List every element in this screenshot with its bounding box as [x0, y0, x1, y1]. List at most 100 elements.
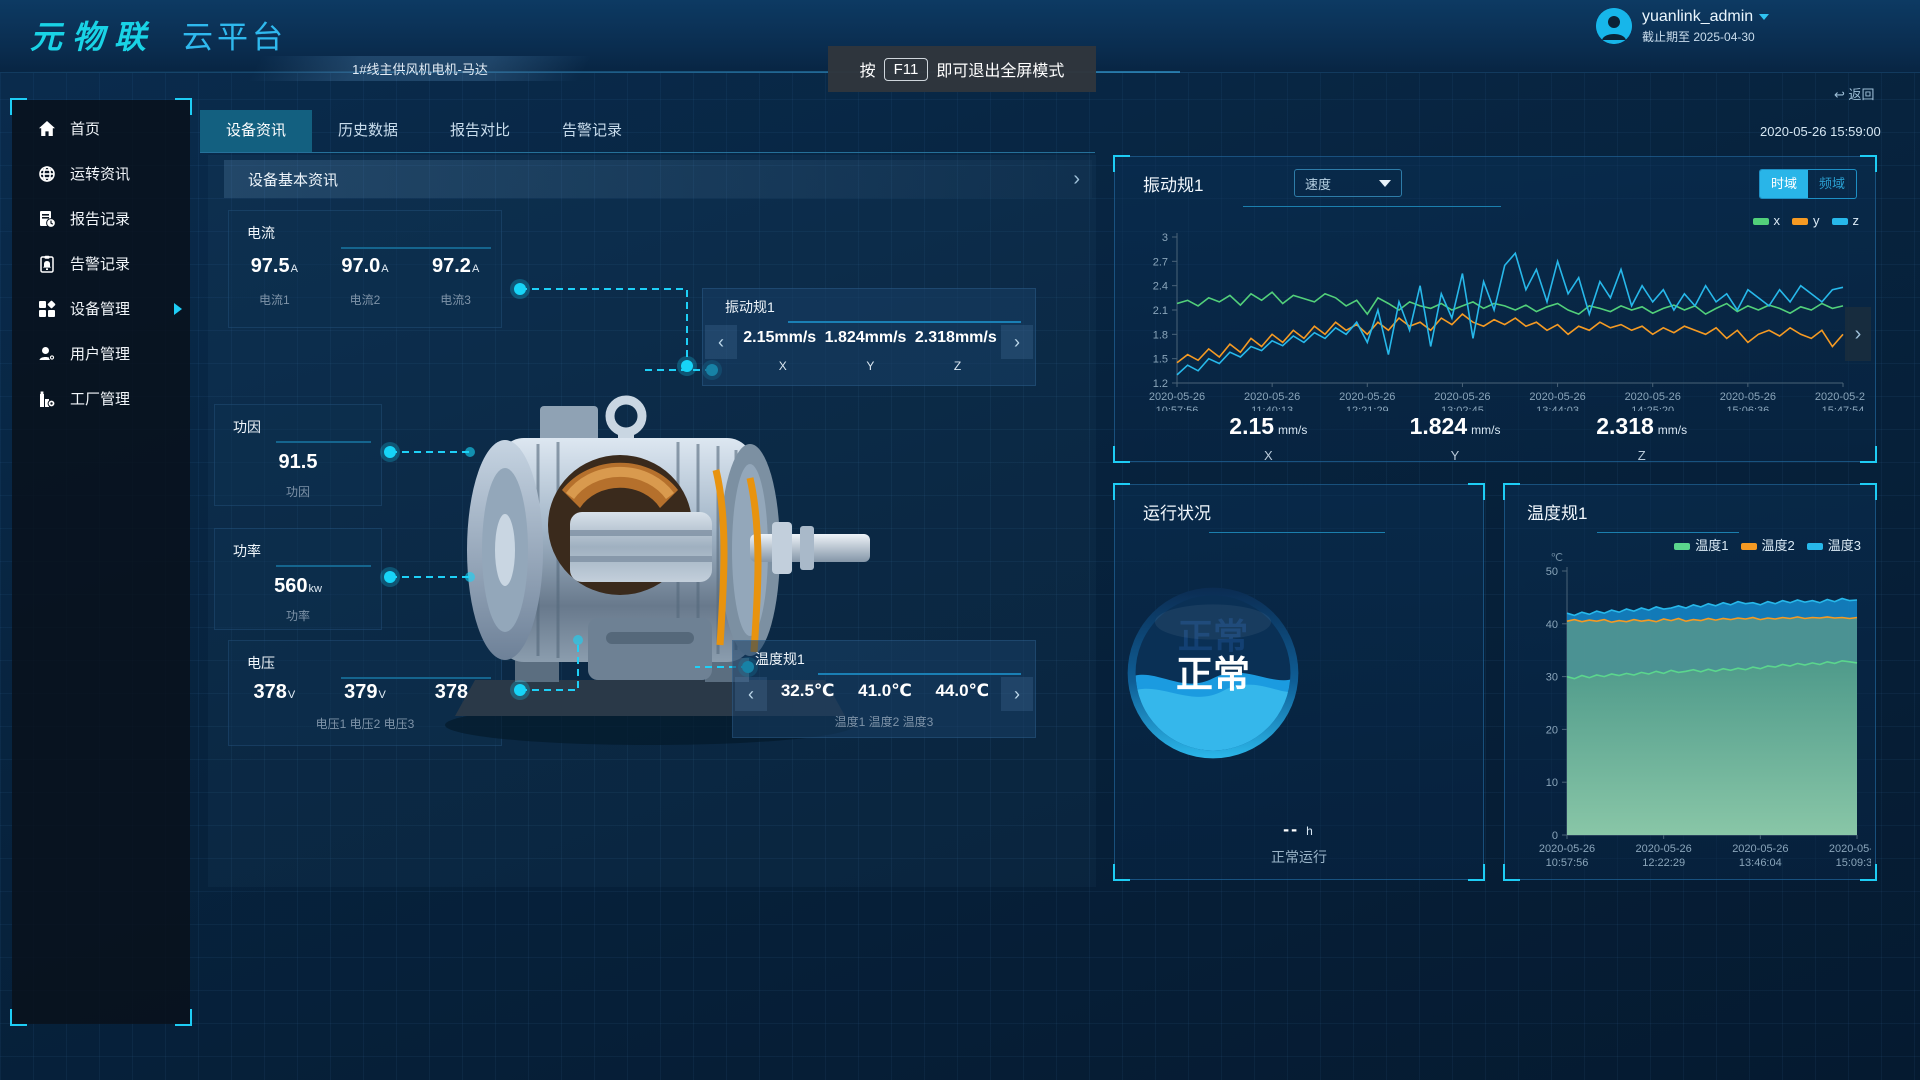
status-text: 正常: [1176, 654, 1250, 695]
toggle-time-domain[interactable]: 时域: [1760, 170, 1808, 198]
sidebar-item-device-management[interactable]: 设备管理: [12, 286, 190, 331]
svg-text:2020-05-26: 2020-05-26: [1244, 391, 1300, 403]
svg-text:12:22:29: 12:22:29: [1642, 857, 1685, 869]
power-factor-box: 功因 91.5 功因: [214, 404, 382, 506]
tab-history-data[interactable]: 历史数据: [312, 110, 424, 152]
vib-y-value: 1.824mm/s: [825, 329, 907, 347]
svg-text:13:46:04: 13:46:04: [1739, 857, 1782, 869]
back-icon: ↩: [1834, 87, 1845, 102]
sidebar-item-label: 设备管理: [70, 298, 130, 319]
pf-value: 91.5: [279, 451, 318, 474]
user-menu[interactable]: yuanlink_admin 截止期至 2025-04-30: [1596, 8, 1769, 45]
legend-z-swatch: [1832, 218, 1848, 225]
report-icon: [38, 210, 56, 228]
avatar[interactable]: [1596, 8, 1632, 44]
vib-x-axis: X: [779, 359, 787, 373]
temperature-next-button[interactable]: ›: [1001, 677, 1033, 711]
fullscreen-tip-suffix: 即可退出全屏模式: [936, 57, 1064, 81]
fullscreen-tip-banner: 按 F11 即可退出全屏模式: [828, 46, 1096, 92]
legend-x-label: x: [1774, 213, 1781, 228]
globe-icon: [38, 165, 56, 183]
sidebar-item-label: 工厂管理: [70, 388, 130, 409]
vibration-chart: 32.72.42.11.81.51.2mm/s2020-05-2610:57:5…: [1125, 229, 1865, 411]
svg-text:2020-05-26: 2020-05-26: [1339, 391, 1395, 403]
svg-text:0: 0: [1552, 830, 1558, 842]
legend-y-swatch: [1792, 218, 1808, 225]
page-timestamp: 2020-05-26 15:59:00: [1760, 124, 1881, 139]
vib-x-value: 2.15mm/s: [743, 329, 816, 347]
user-icon: [38, 345, 56, 363]
legend-y-label: y: [1813, 213, 1820, 228]
svg-text:2020-05-26: 2020-05-26: [1815, 391, 1865, 403]
license-expiry: 截止期至 2025-04-30: [1642, 28, 1769, 45]
tab-alarm-records[interactable]: 告警记录: [536, 110, 648, 152]
home-icon: [38, 120, 56, 138]
svg-text:2020-05-26: 2020-05-26: [1434, 391, 1490, 403]
current2-label: 电流2: [350, 291, 381, 308]
vibration-prev-button[interactable]: ‹: [705, 325, 737, 359]
svg-text:40: 40: [1546, 619, 1558, 631]
sidebar-item-home[interactable]: 首页: [12, 106, 190, 151]
section-header: 设备基本资讯 ›: [224, 160, 1092, 198]
sidebar-item-alarm-records[interactable]: 告警记录: [12, 241, 190, 286]
legend-z-label: z: [1853, 213, 1860, 228]
current-box: 电流 97.5A 97.0A 97.2A 电流1 电流2 电流3: [228, 210, 502, 328]
measurement-select[interactable]: 速度: [1294, 169, 1402, 197]
power-label: 功率: [286, 607, 310, 624]
tab-device-info[interactable]: 设备资讯: [200, 110, 312, 152]
tab-report-compare[interactable]: 报告对比: [424, 110, 536, 152]
temperature-panel: 温度规1 温度1 温度2 温度3 50403020100℃2020-05-261…: [1504, 484, 1876, 880]
temperature-chart: 50403020100℃2020-05-2610:57:562020-05-26…: [1511, 549, 1871, 875]
alarm-clipboard-icon: [38, 255, 56, 273]
power-box-title: 功率: [233, 541, 261, 561]
vib-y-axis: Y: [866, 359, 874, 373]
toggle-freq-domain[interactable]: 频域: [1808, 170, 1856, 198]
svg-text:11:40:13: 11:40:13: [1251, 405, 1293, 411]
vibration-overlay: 振动规1 ‹ › 2.15mm/s 1.824mm/s 2.318mm/s X …: [702, 288, 1036, 386]
vib-z-axis: Z: [954, 359, 961, 373]
vibration-summary: 2.15mm/s X 1.824mm/s Y 2.318mm/s Z: [1175, 413, 1735, 463]
svg-text:12:21:29: 12:21:29: [1346, 405, 1389, 411]
sidebar-item-label: 运转资讯: [70, 163, 130, 184]
sidebar-item-factory-management[interactable]: 工厂管理: [12, 376, 190, 421]
vibration-chart-next-button[interactable]: ›: [1845, 307, 1871, 361]
summary-z-value: 2.318: [1596, 413, 1654, 439]
svg-text:2020-05-26: 2020-05-26: [1149, 391, 1205, 403]
temp1-value: 32.5℃: [781, 681, 835, 701]
vibration-panel: 振动规1 速度 时域 频域 x y z 32.72.42.11.81.51.2m…: [1114, 156, 1876, 462]
device-name: 1#线主供风机电机-马达: [280, 59, 560, 78]
power-value: 560: [274, 575, 307, 597]
svg-text:1.5: 1.5: [1153, 354, 1168, 366]
section-expand-chevron[interactable]: ›: [1073, 160, 1080, 198]
back-button[interactable]: ↩ 返回: [1834, 84, 1875, 103]
pf-label: 功因: [286, 483, 310, 500]
sidebar-item-label: 首页: [70, 118, 100, 139]
sidebar-item-operation-info[interactable]: 运转资讯: [12, 151, 190, 196]
sidebar-item-report-records[interactable]: 报告记录: [12, 196, 190, 241]
vibration-overlay-title: 振动规1: [725, 297, 775, 317]
svg-text:1.8: 1.8: [1153, 329, 1168, 341]
sidebar-item-user-management[interactable]: 用户管理: [12, 331, 190, 376]
svg-text:14:25:20: 14:25:20: [1631, 405, 1674, 411]
current1-value: 97.5: [251, 255, 290, 277]
svg-text:15:09:37: 15:09:37: [1836, 857, 1871, 869]
svg-text:℃: ℃: [1551, 552, 1563, 564]
svg-text:15:47:54: 15:47:54: [1822, 405, 1865, 411]
status-panel: 运行状况 正常 正常 -- h 正常运行: [1114, 484, 1484, 880]
summary-x-value: 2.15: [1229, 413, 1274, 439]
temperature-prev-button[interactable]: ‹: [735, 677, 767, 711]
app-logo: 元物联: [30, 12, 156, 58]
vibration-next-button[interactable]: ›: [1001, 325, 1033, 359]
voltage-labels: 电压1 电压2 电压3: [316, 715, 415, 732]
back-label: 返回: [1849, 87, 1875, 102]
svg-text:13:44:03: 13:44:03: [1536, 405, 1579, 411]
summary-y-value: 1.824: [1410, 413, 1468, 439]
run-hours-unit: h: [1306, 824, 1315, 838]
svg-text:mm/s: mm/s: [1146, 229, 1173, 230]
sidebar-item-label: 报告记录: [70, 208, 130, 229]
sidebar: 首页 运转资讯 报告记录 告警记录 设备管理 用户管理 工厂管理: [12, 100, 190, 1024]
run-status-caption: 正常运行: [1115, 847, 1483, 867]
sidebar-item-label: 用户管理: [70, 343, 130, 364]
temperature-overlay-title: 温度规1: [755, 649, 805, 669]
sidebar-item-label: 告警记录: [70, 253, 130, 274]
